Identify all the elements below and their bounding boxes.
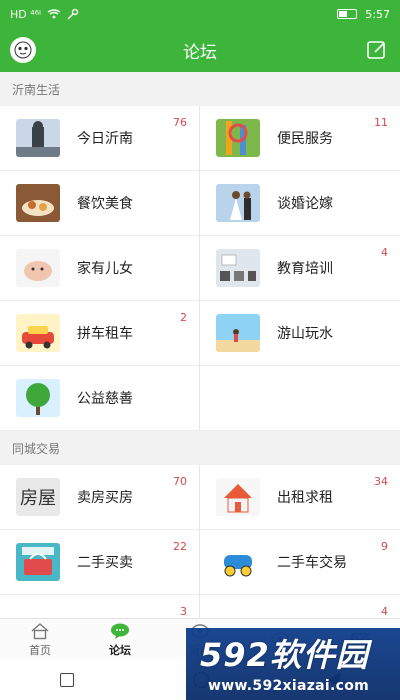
board-label: 家有儿女 <box>77 261 133 277</box>
board-thumbnail <box>16 119 60 157</box>
board-label: 二手车交易 <box>277 555 347 571</box>
board-thumbnail <box>216 249 260 287</box>
board-item[interactable]: 二手车交易 9 <box>200 530 400 594</box>
nav-label: 首页 <box>29 643 51 657</box>
nav-forum[interactable]: 论坛 <box>80 619 160 660</box>
board-thumbnail <box>216 314 260 352</box>
post-count: 76 <box>173 116 187 129</box>
post-count: 4 <box>381 605 388 618</box>
board-row: 家有儿女 教育培训 4 <box>0 236 400 301</box>
watermark: 592软件园 www.592xiazai.com <box>186 628 400 700</box>
board-label: 出租求租 <box>277 490 333 506</box>
board-row: 公益慈善 <box>0 366 400 431</box>
time: 5:57 <box>365 7 390 21</box>
board-row: 餐饮美食 谈婚论嫁 <box>0 171 400 236</box>
compose-icon[interactable] <box>366 39 388 61</box>
board-thumbnail <box>16 379 60 417</box>
board-row: 二手买卖 22 二手车交易 9 <box>0 530 400 595</box>
board-thumbnail <box>16 184 60 222</box>
board-thumbnail <box>216 184 260 222</box>
board-item-empty <box>200 366 400 430</box>
board-item[interactable]: 家有儿女 <box>0 236 200 300</box>
watermark-url: www.592xiazai.com <box>208 678 370 694</box>
board-item[interactable]: 房屋 卖房买房 70 <box>0 465 200 529</box>
board-label: 公益慈善 <box>77 391 133 407</box>
board-label: 二手买卖 <box>77 555 133 571</box>
board-item[interactable]: 便民服务 11 <box>200 106 400 170</box>
board-label: 拼车租车 <box>77 326 133 342</box>
recent-apps-icon[interactable] <box>59 673 74 687</box>
board-thumbnail <box>216 119 260 157</box>
svg-text:房屋: 房屋 <box>20 488 56 509</box>
board-item[interactable]: 谈婚论嫁 <box>200 171 400 235</box>
section-title-local-trade: 同城交易 <box>0 431 400 465</box>
board-item[interactable]: 拼车租车 2 <box>0 301 200 365</box>
board-label: 便民服务 <box>277 131 333 147</box>
board-thumbnail: 房屋 <box>16 478 60 516</box>
watermark-brand: 592软件园 <box>200 636 369 674</box>
board-label: 游山玩水 <box>277 326 333 342</box>
post-count: 9 <box>381 540 388 553</box>
app-header: 论坛 <box>0 28 400 72</box>
home-icon <box>31 622 49 639</box>
board-thumbnail <box>16 314 60 352</box>
board-item[interactable]: 出租求租 34 <box>200 465 400 529</box>
board-label: 餐饮美食 <box>77 196 133 212</box>
post-count: 70 <box>173 475 187 488</box>
board-item[interactable]: 二手买卖 22 <box>0 530 200 594</box>
nav-home[interactable]: 首页 <box>0 619 80 660</box>
post-count: 22 <box>173 540 187 553</box>
board-thumbnail <box>16 543 60 581</box>
board-item[interactable]: 今日沂南 76 <box>0 106 200 170</box>
battery-icon <box>337 9 358 19</box>
post-count: 4 <box>381 246 388 259</box>
user-avatar[interactable] <box>10 37 36 63</box>
page-title: 论坛 <box>183 42 217 63</box>
board-item[interactable]: 餐饮美食 <box>0 171 200 235</box>
board-item[interactable]: 游山玩水 <box>200 301 400 365</box>
board-row: 房屋 卖房买房 70 出租求租 34 <box>0 465 400 530</box>
panda-face-icon <box>14 41 32 59</box>
board-row: 今日沂南 76 便民服务 11 <box>0 106 400 171</box>
post-count: 34 <box>374 475 388 488</box>
key-icon <box>67 8 79 20</box>
nav-label: 论坛 <box>109 643 131 657</box>
post-count: 11 <box>374 116 388 129</box>
board-label: 谈婚论嫁 <box>277 196 333 212</box>
status-left: HD ⁴⁶ᴵ <box>10 8 79 21</box>
board-row: 拼车租车 2 游山玩水 <box>0 301 400 366</box>
board-thumbnail <box>216 478 260 516</box>
signal-text: HD ⁴⁶ᴵ <box>10 7 42 21</box>
post-count: 3 <box>180 605 187 618</box>
board-item[interactable]: 公益慈善 <box>0 366 200 430</box>
board-label: 今日沂南 <box>77 131 133 147</box>
status-bar: HD ⁴⁶ᴵ 5:57 <box>0 0 400 28</box>
section-title-yinan-life: 沂南生活 <box>0 72 400 106</box>
wifi-icon <box>47 9 61 19</box>
board-item[interactable]: 教育培训 4 <box>200 236 400 300</box>
post-count: 2 <box>180 311 187 324</box>
chat-icon <box>111 623 129 639</box>
board-label: 卖房买房 <box>77 490 133 506</box>
board-thumbnail <box>216 543 260 581</box>
board-label: 教育培训 <box>277 261 333 277</box>
board-grid-yinan-life: 今日沂南 76 便民服务 11 餐饮美食 谈婚论嫁 家有儿女 教育培训 4 拼车… <box>0 106 400 431</box>
board-thumbnail <box>16 249 60 287</box>
